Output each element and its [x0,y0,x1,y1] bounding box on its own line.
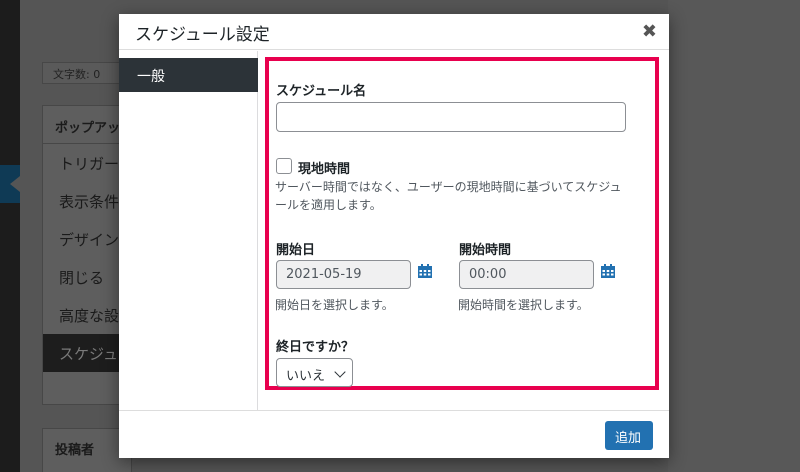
menu-item-schedule: スケジュ [43,334,131,372]
schedule-name-label: スケジュール名 [276,84,367,99]
add-button[interactable]: 追加 [605,421,653,450]
all-day-selected-value: いいえ [286,369,326,384]
local-time-description: サーバー時間ではなく、ユーザーの現地時間に基づいてスケジュ ールを適用します。 [275,178,621,214]
start-time-calendar-icon[interactable] [600,263,616,279]
start-time-input[interactable]: 00:00 [459,260,594,289]
start-date-input[interactable]: 2021-05-19 [276,260,411,289]
modal-sidebar: 一般 [119,51,258,410]
tab-general[interactable]: 一般 [119,58,258,92]
start-time-description: 開始時間を選択します。 [458,298,589,312]
menu-item-design: デザイン [59,231,120,249]
schedule-name-input[interactable] [276,102,626,132]
menu-item-trigger: トリガー [59,155,120,173]
modal-content: スケジュール名 現地時間 サーバー時間ではなく、ユーザーの現地時間に基づいてスケ… [259,51,669,410]
modal-header: スケジュール設定 ✖ [119,14,669,50]
menu-item-close: 閉じる [59,269,105,287]
all-day-select[interactable]: いいえ [276,358,353,387]
popup-box-title: ポップアッ [43,106,131,144]
local-time-desc-line2: ールを適用します。 [275,198,382,212]
all-day-label: 終日ですか？ [276,340,355,355]
schedule-settings-modal: スケジュール設定 ✖ 一般 スケジュール名 現地時間 サーバー時間ではなく、ユー… [119,14,669,458]
local-time-label: 現地時間 [298,162,351,177]
close-icon[interactable]: ✖ [642,21,657,42]
start-date-calendar-icon[interactable] [417,263,433,279]
local-time-desc-line1: サーバー時間ではなく、ユーザーの現地時間に基づいてスケジュ [275,180,622,194]
background-right-area [668,0,800,472]
start-date-label: 開始日 [276,243,316,258]
modal-footer: 追加 [119,410,669,458]
menu-item-display-conditions: 表示条件 [59,193,120,211]
admin-sidebar [0,0,20,472]
author-box-title: 投稿者 [55,443,95,458]
modal-title: スケジュール設定 [135,25,270,45]
local-time-checkbox[interactable] [276,158,292,174]
start-date-description: 開始日を選択します。 [275,298,394,312]
chevron-down-icon [334,366,346,378]
admin-sidebar-arrow-icon [10,176,20,192]
menu-item-advanced: 高度な設 [59,307,120,325]
start-time-label: 開始時間 [459,243,512,258]
